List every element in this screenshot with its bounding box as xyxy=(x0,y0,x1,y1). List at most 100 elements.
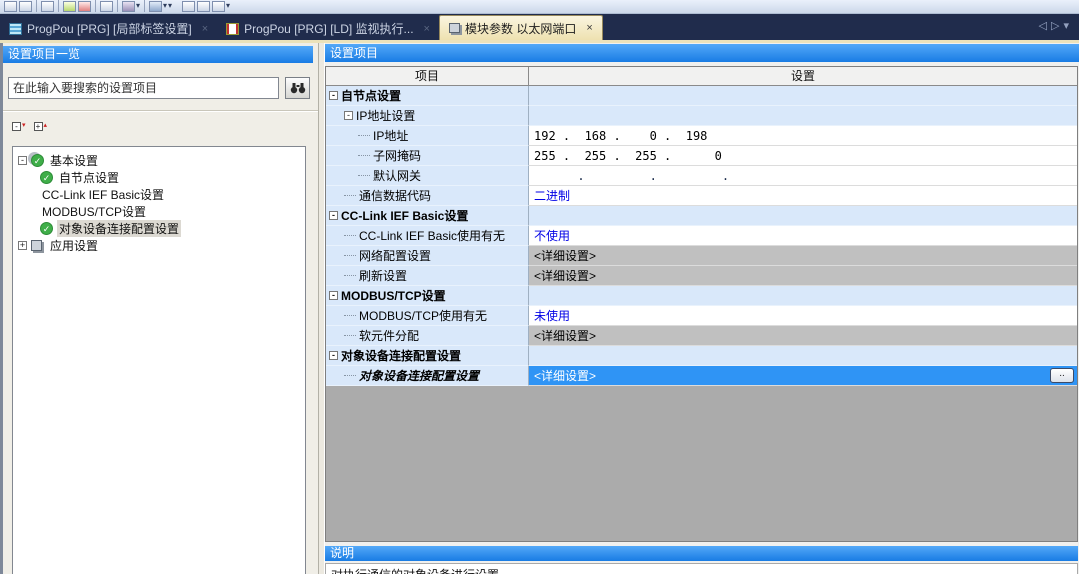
tab-label: ProgPou [PRG] [局部标签设置] xyxy=(27,20,192,37)
toolbar-dropdown-icon[interactable]: ▾ xyxy=(168,0,172,12)
table-row[interactable]: 默认网关 . . . xyxy=(326,166,1077,186)
toolbar-dropdown-icon[interactable]: ▾ xyxy=(136,0,140,12)
row-label: CC-Link IEF Basic使用有无 xyxy=(359,227,505,244)
table-row[interactable]: 网络配置设置 <详细设置> xyxy=(326,246,1077,266)
tree-item-label: CC-Link IEF Basic设置 xyxy=(40,186,166,203)
tree-collapse-icon[interactable]: - xyxy=(18,156,27,165)
device-grid-icon[interactable] xyxy=(4,1,17,12)
collapse-all-button[interactable]: -▾ xyxy=(12,118,26,134)
tab-active[interactable]: 模块参数 以太网端口× xyxy=(439,15,603,40)
column-header-item[interactable]: 项目 xyxy=(326,67,529,85)
table-row[interactable]: IP地址 192 . 168 . 0 . 198 xyxy=(326,126,1077,146)
main-toolbar: ▾▾▾▾ xyxy=(0,0,1079,14)
row-value-cell[interactable]: <详细设置> xyxy=(529,326,1077,346)
tab-nav-right-icon[interactable]: ▷ xyxy=(1051,20,1063,32)
properties-icon[interactable] xyxy=(41,1,54,12)
row-collapse-icon[interactable]: - xyxy=(329,351,338,360)
tab-nav-left-icon[interactable]: ◁ xyxy=(1039,20,1051,32)
row-value-cell[interactable]: 不使用 xyxy=(529,226,1077,246)
tab-scroll-nav[interactable]: ◁▷▾ xyxy=(1039,19,1073,32)
table-row[interactable]: -IP地址设置 xyxy=(326,106,1077,126)
tree-expand-icon[interactable]: + xyxy=(18,241,27,250)
row-label: 对象设备连接配置设置 xyxy=(359,367,479,384)
row-value-cell[interactable]: 192 . 168 . 0 . 198 xyxy=(529,126,1077,146)
tree-item[interactable]: +应用设置 xyxy=(13,237,305,254)
row-value: 未使用 xyxy=(534,307,570,324)
tree-item[interactable]: ✓自节点设置 xyxy=(13,169,305,186)
row-collapse-icon[interactable]: - xyxy=(329,291,338,300)
left-panel-divider xyxy=(3,110,318,112)
tree-connector xyxy=(344,335,356,336)
table-row[interactable]: 子网掩码255 . 255 . 255 . 0 xyxy=(326,146,1077,166)
tab-label: ProgPou [PRG] [LD] 监视执行... xyxy=(244,20,413,37)
row-value-cell xyxy=(529,106,1077,126)
row-collapse-icon[interactable]: - xyxy=(329,211,338,220)
main-content: 设置项目一览 -▾+▴ -✓基本设置✓自节点设置CC-Link IEF Basi… xyxy=(0,43,1079,574)
panel-splitter[interactable] xyxy=(318,43,325,574)
tree-item[interactable]: -✓基本设置 xyxy=(13,152,305,169)
table-row[interactable]: -MODBUS/TCP设置 xyxy=(326,286,1077,306)
row-item-cell: 软元件分配 xyxy=(326,326,529,346)
toolbar-dropdown-icon[interactable]: ▾ xyxy=(163,0,167,12)
table-row[interactable]: MODBUS/TCP使用有无未使用 xyxy=(326,306,1077,326)
expand-all-button[interactable]: +▴ xyxy=(34,118,48,134)
table-row[interactable]: 软元件分配<详细设置> xyxy=(326,326,1077,346)
row-item-cell: 通信数据代码 xyxy=(326,186,529,206)
collapse-all-box-icon: - xyxy=(12,122,21,131)
label-grid-icon xyxy=(9,23,22,35)
settings-table: 项目 设置 -自节点设置-IP地址设置IP地址 192 . 168 . 0 . 1… xyxy=(325,66,1078,542)
row-label: 网络配置设置 xyxy=(359,247,431,264)
eraser-icon[interactable] xyxy=(100,1,113,12)
table-row[interactable]: -对象设备连接配置设置 xyxy=(326,346,1077,366)
find-magnifier-icon[interactable] xyxy=(149,1,162,12)
tree-item[interactable]: MODBUS/TCP设置 xyxy=(13,203,305,220)
search-input[interactable] xyxy=(8,77,279,99)
row-value-cell[interactable]: 255 . 255 . 255 . 0 xyxy=(529,146,1077,166)
browse-button[interactable]: .. xyxy=(1050,368,1074,383)
row-value-cell[interactable]: 二进制 xyxy=(529,186,1077,206)
check-icon: ✓ xyxy=(40,222,53,235)
table-row[interactable]: -CC-Link IEF Basic设置 xyxy=(326,206,1077,226)
tab-close-icon[interactable]: × xyxy=(424,23,430,35)
program-check-icon[interactable] xyxy=(78,1,91,12)
row-value-cell[interactable]: <详细设置> xyxy=(529,246,1077,266)
tree-connector xyxy=(344,195,356,196)
settings-table-rows: -自节点设置-IP地址设置IP地址 192 . 168 . 0 . 198子网掩码… xyxy=(326,86,1077,386)
monitor-eye-icon[interactable] xyxy=(122,1,135,12)
ladder-icon xyxy=(226,23,239,35)
column-header-setting[interactable]: 设置 xyxy=(529,67,1077,85)
toolbar-dropdown-icon[interactable]: ▾ xyxy=(226,0,230,12)
search-button[interactable] xyxy=(285,77,310,99)
row-value-cell[interactable]: <详细设置> xyxy=(529,266,1077,286)
tree-connector xyxy=(344,315,356,316)
module-window-icon[interactable] xyxy=(197,1,210,12)
table-row[interactable]: 刷新设置<详细设置> xyxy=(326,266,1077,286)
row-collapse-icon[interactable]: - xyxy=(344,111,353,120)
tab-close-icon[interactable]: × xyxy=(586,22,592,34)
row-value-cell xyxy=(529,286,1077,306)
table-row[interactable]: CC-Link IEF Basic使用有无 不使用 xyxy=(326,226,1077,246)
row-label: IP地址 xyxy=(373,127,408,144)
table-row[interactable]: 对象设备连接配置设置 <详细设置>.. xyxy=(326,366,1077,386)
tab-inactive[interactable]: ProgPou [PRG] [LD] 监视执行... × xyxy=(217,17,439,40)
module-stack-icon xyxy=(31,240,42,251)
device-grid2-icon[interactable] xyxy=(19,1,32,12)
table-row[interactable]: -自节点设置 xyxy=(326,86,1077,106)
row-value-cell[interactable]: . . . xyxy=(529,166,1077,186)
tree-item-label: 对象设备连接配置设置 xyxy=(57,220,181,237)
tree-connector xyxy=(358,135,370,136)
row-item-cell: CC-Link IEF Basic使用有无 xyxy=(326,226,529,246)
row-value-cell[interactable]: <详细设置>.. xyxy=(529,366,1077,386)
tab-close-icon[interactable]: × xyxy=(202,23,208,35)
tab-nav-more-icon[interactable]: ▾ xyxy=(1063,20,1073,32)
tree-item[interactable]: CC-Link IEF Basic设置 xyxy=(13,186,305,203)
tree-item[interactable]: ✓ 对象设备连接配置设置 xyxy=(13,220,305,237)
window-param-icon[interactable] xyxy=(212,1,225,12)
row-collapse-icon[interactable]: - xyxy=(329,91,338,100)
edit-pencil-icon[interactable] xyxy=(63,1,76,12)
table-row[interactable]: 通信数据代码二进制 xyxy=(326,186,1077,206)
row-value-cell[interactable]: 未使用 xyxy=(529,306,1077,326)
collapse-all-mark-icon: ▾ xyxy=(22,122,26,130)
tab-inactive[interactable]: ProgPou [PRG] [局部标签设置] × xyxy=(0,17,217,40)
io-form-icon[interactable] xyxy=(182,1,195,12)
